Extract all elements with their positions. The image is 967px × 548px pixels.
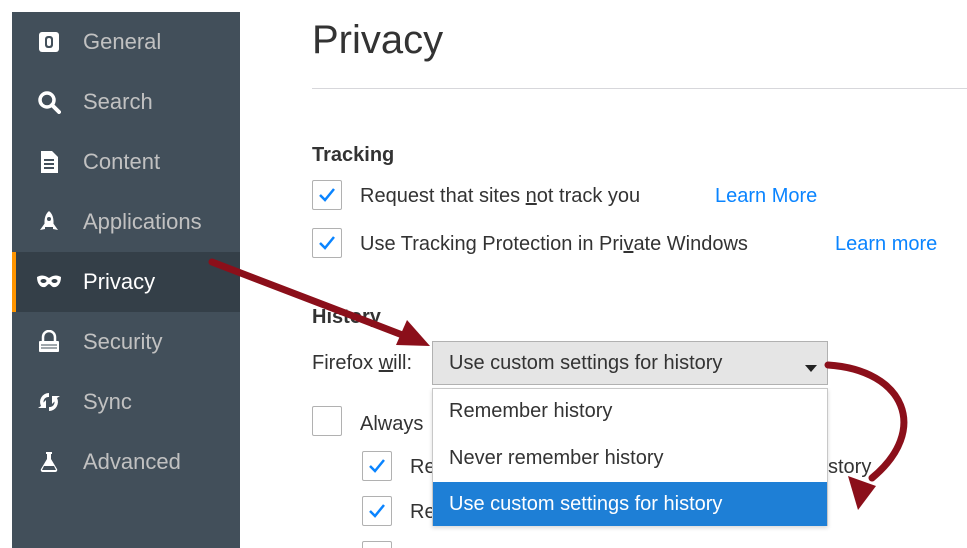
dnt-learn-more-link[interactable]: Learn More	[715, 185, 817, 208]
always-private-checkbox[interactable]	[312, 406, 342, 436]
privacy-mask-icon	[36, 269, 62, 295]
checkmark-icon	[319, 236, 335, 250]
sidebar-item-content[interactable]: Content	[12, 132, 240, 192]
tracking-protection-learn-more-link[interactable]: Learn more	[835, 233, 937, 256]
history-heading: History	[312, 306, 381, 328]
sidebar-item-applications[interactable]: Applications	[12, 192, 240, 252]
checkmark-icon	[319, 188, 335, 202]
advanced-icon	[36, 449, 62, 475]
sidebar-item-label: Advanced	[83, 449, 181, 474]
sidebar-item-label: Sync	[83, 389, 132, 414]
sidebar-item-label: Search	[83, 89, 153, 114]
option-use-custom-settings[interactable]: Use custom settings for history	[433, 482, 827, 526]
dnt-checkbox[interactable]	[312, 180, 342, 210]
dropdown-arrow-icon	[805, 360, 817, 378]
third-checkbox[interactable]	[362, 541, 392, 548]
sidebar-item-sync[interactable]: Sync	[12, 372, 240, 432]
annotation-arrowhead	[396, 320, 430, 346]
title-divider	[312, 88, 967, 89]
search-icon	[36, 89, 62, 115]
sidebar-item-search[interactable]: Search	[12, 72, 240, 132]
checkmark-icon	[369, 459, 385, 473]
tracking-heading: Tracking	[312, 144, 395, 166]
annotation-arrowhead	[848, 476, 876, 510]
sidebar-item-label: Applications	[83, 209, 202, 234]
option-remember-history[interactable]: Remember history	[433, 389, 827, 433]
remember-search-checkbox[interactable]	[362, 496, 392, 526]
sidebar-item-privacy[interactable]: Privacy	[12, 252, 240, 312]
applications-icon	[36, 209, 62, 235]
option-never-remember-history[interactable]: Never remember history	[433, 436, 827, 480]
dnt-label: Request that sites not track you	[360, 185, 641, 207]
checkmark-icon	[369, 504, 385, 518]
firefox-will-label: Firefox will:	[312, 352, 413, 374]
page-title: Privacy	[312, 18, 444, 62]
history-mode-select[interactable]: Use custom settings for history	[432, 341, 828, 385]
security-icon	[36, 329, 62, 355]
sidebar-item-general[interactable]: General	[12, 12, 240, 72]
history-mode-dropdown: Remember history Never remember history …	[432, 388, 828, 526]
sidebar-item-label: Content	[83, 149, 161, 174]
sidebar-item-label: Security	[83, 329, 163, 354]
content-icon	[36, 149, 62, 175]
tracking-protection-label: Use Tracking Protection in Private Windo…	[360, 233, 748, 255]
sync-icon	[36, 389, 62, 415]
sidebar-item-label: Privacy	[83, 269, 156, 294]
sidebar-item-advanced[interactable]: Advanced	[12, 432, 240, 492]
remember-browsing-checkbox[interactable]	[362, 451, 392, 481]
sidebar-item-label: General	[83, 29, 162, 54]
history-mode-value: Use custom settings for history	[449, 352, 723, 374]
sidebar-item-security[interactable]: Security	[12, 312, 240, 372]
remember-browsing-label-suffix: story	[828, 456, 872, 478]
always-private-label: Always	[360, 413, 424, 435]
tracking-protection-checkbox[interactable]	[312, 228, 342, 258]
sidebar: General Search Content Applications Priv…	[12, 12, 240, 548]
general-icon	[36, 29, 62, 55]
